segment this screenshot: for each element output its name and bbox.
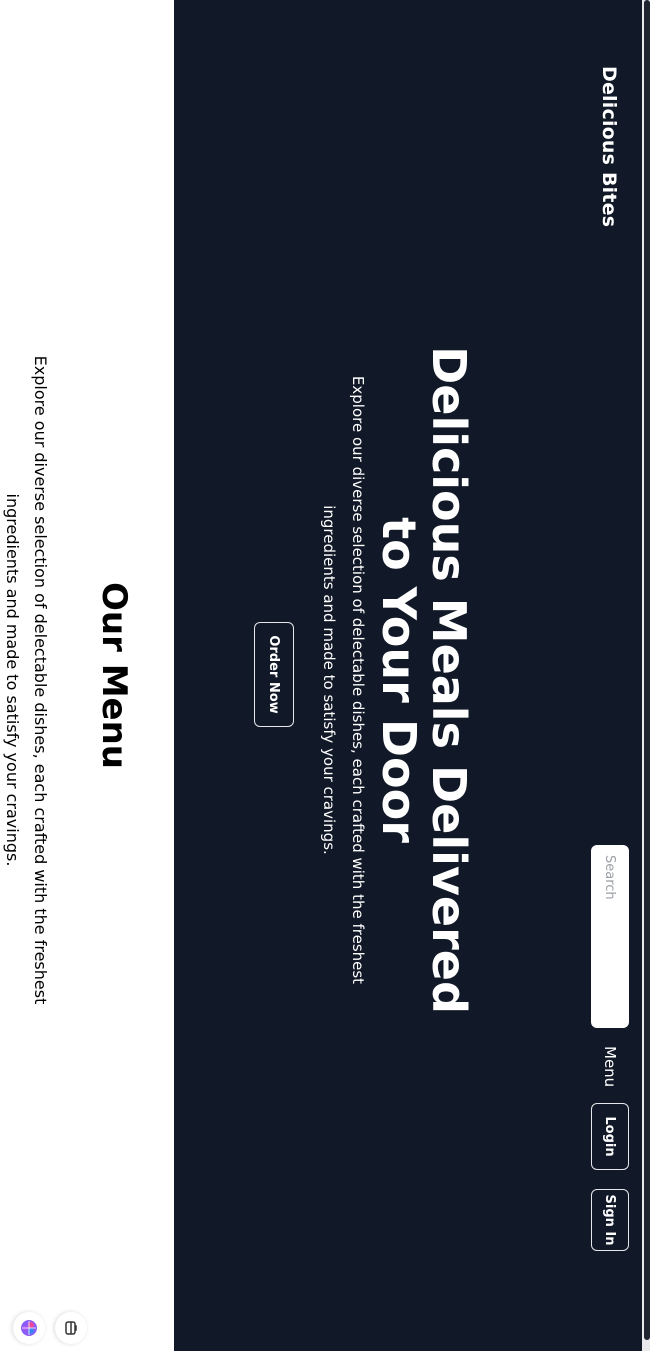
- hero-section: Delicious Meals Delivered to Your Door E…: [174, 0, 574, 1351]
- order-now-button[interactable]: Order Now: [254, 622, 294, 727]
- page-viewport: Delicious Bites Menu Login Sign In Delic…: [0, 0, 650, 1351]
- search-input[interactable]: [591, 845, 629, 1028]
- nav-menu-link[interactable]: Menu: [601, 1046, 619, 1087]
- menu-section: Our Menu Explore our diverse selection o…: [0, 0, 174, 1351]
- hero-subtitle: Explore our diverse selection of delecta…: [320, 375, 367, 985]
- brand-logo-text[interactable]: Delicious Bites: [598, 66, 620, 227]
- menu-section-title: Our Menu: [94, 581, 134, 770]
- menu-section-subtitle: Explore our diverse selection of delecta…: [3, 355, 50, 1005]
- brain-icon[interactable]: [13, 1312, 45, 1344]
- toolbox-icon[interactable]: [55, 1312, 87, 1344]
- navbar: Delicious Bites Menu Login Sign In: [574, 0, 642, 1351]
- toolbox-icon-glyph: [65, 1321, 77, 1335]
- scrollbar-thumb[interactable]: [644, 0, 650, 1340]
- login-button[interactable]: Login: [591, 1103, 629, 1170]
- sign-in-button[interactable]: Sign In: [591, 1189, 629, 1251]
- brain-icon-glyph: [21, 1320, 37, 1336]
- scrollbar[interactable]: [642, 0, 650, 1351]
- hero-title: Delicious Meals Delivered to Your Door: [372, 346, 476, 1014]
